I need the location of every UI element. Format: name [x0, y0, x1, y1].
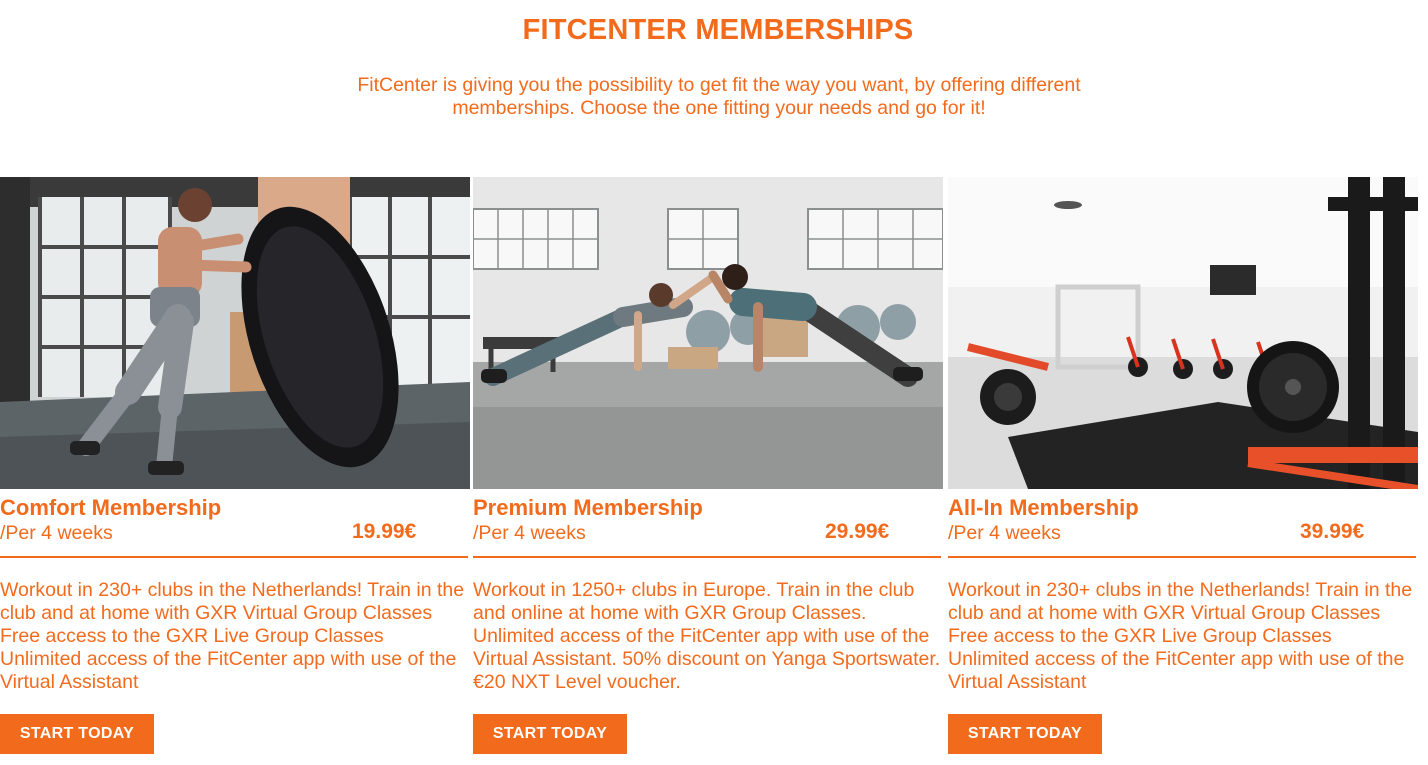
start-today-button-all-in[interactable]: START TODAY	[948, 714, 1102, 754]
membership-card-premium: Premium Membership /Per 4 weeks 29.99€ W…	[473, 177, 943, 754]
membership-description: Workout in 1250+ clubs in Europe. Train …	[473, 579, 941, 693]
membership-description: Workout in 230+ clubs in the Netherlands…	[948, 579, 1413, 693]
membership-card-all-in: All-In Membership /Per 4 weeks 39.99€ Wo…	[948, 177, 1418, 754]
start-today-button-comfort[interactable]: START TODAY	[0, 714, 154, 754]
membership-period: /Per 4 weeks	[0, 522, 113, 544]
start-today-button-premium[interactable]: START TODAY	[473, 714, 627, 754]
page-title: FITCENTER MEMBERSHIPS	[522, 14, 914, 46]
memberships-page: FITCENTER MEMBERSHIPS FitCenter is givin…	[0, 0, 1428, 765]
card-divider	[948, 556, 1416, 558]
membership-price: 39.99€	[1300, 520, 1365, 543]
all-in-membership-image	[948, 177, 1418, 489]
membership-name: All-In Membership	[948, 495, 1139, 520]
card-divider	[473, 556, 941, 558]
membership-price: 19.99€	[352, 520, 417, 543]
membership-period: /Per 4 weeks	[473, 522, 586, 544]
membership-name: Comfort Membership	[0, 495, 222, 520]
card-divider	[0, 556, 468, 558]
membership-price: 29.99€	[825, 520, 890, 543]
comfort-membership-image	[0, 177, 470, 489]
membership-card-comfort: Comfort Membership /Per 4 weeks 19.99€ W…	[0, 177, 470, 754]
membership-description: Workout in 230+ clubs in the Netherlands…	[0, 579, 465, 693]
membership-name: Premium Membership	[473, 495, 703, 520]
premium-membership-image	[473, 177, 943, 489]
membership-period: /Per 4 weeks	[948, 522, 1061, 544]
page-intro: FitCenter is giving you the possibility …	[357, 74, 1081, 119]
